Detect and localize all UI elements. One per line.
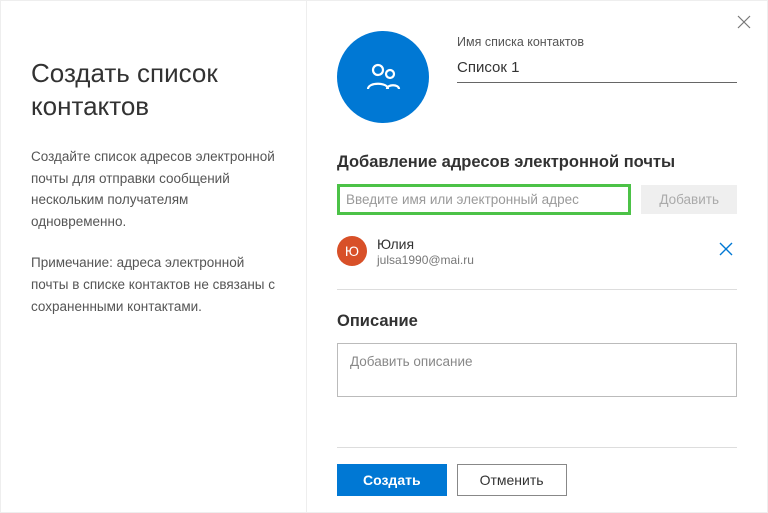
email-section-title: Добавление адресов электронной почты: [337, 153, 737, 172]
list-name-input[interactable]: [457, 55, 737, 83]
list-name-label: Имя списка контактов: [457, 35, 737, 49]
contact-row: Ю Юлия julsa1990@mai.ru: [337, 229, 737, 281]
email-input[interactable]: [346, 190, 622, 209]
close-icon: [719, 242, 733, 256]
dialog-footer: Создать Отменить: [337, 447, 737, 512]
contact-avatar: Ю: [337, 236, 367, 266]
description-title: Описание: [337, 312, 737, 331]
list-avatar: [337, 31, 429, 123]
add-button[interactable]: Добавить: [641, 185, 737, 214]
cancel-button[interactable]: Отменить: [457, 464, 567, 496]
divider: [337, 289, 737, 290]
info-paragraph-1: Создайте список адресов электронной почт…: [31, 146, 276, 232]
dialog-title: Создать список контактов: [31, 57, 276, 122]
info-panel: Создать список контактов Создайте список…: [1, 1, 307, 512]
form-panel: Имя списка контактов Добавление адресов …: [307, 1, 767, 512]
info-paragraph-2: Примечание: адреса электронной почты в с…: [31, 252, 276, 317]
remove-contact-button[interactable]: [715, 238, 737, 265]
contact-email: julsa1990@mai.ru: [377, 253, 705, 267]
close-button[interactable]: [737, 15, 751, 34]
email-input-highlight: [337, 184, 631, 215]
description-input[interactable]: [337, 343, 737, 397]
close-icon: [737, 15, 751, 29]
people-icon: [365, 59, 401, 95]
contact-name: Юлия: [377, 235, 705, 253]
create-button[interactable]: Создать: [337, 464, 447, 496]
